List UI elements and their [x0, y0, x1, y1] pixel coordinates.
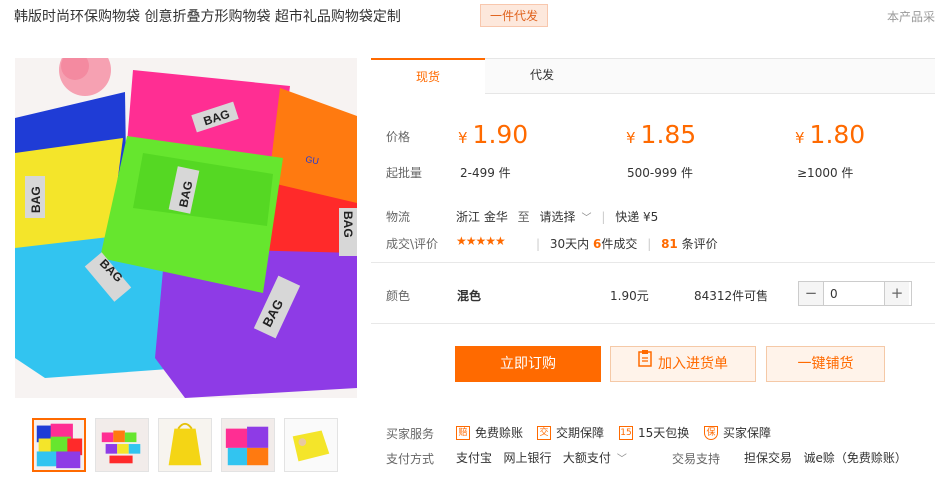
- credit-icon: 赔: [456, 425, 470, 440]
- qty-tier-3: ≥1000 件: [797, 166, 854, 180]
- logistics-to: 至: [517, 210, 530, 224]
- thumbnail-5[interactable]: [284, 418, 338, 472]
- chevron-down-icon: ﹀: [581, 213, 592, 224]
- price-tier-2: ¥1.85: [626, 120, 697, 149]
- purchase-mode-tabs: 现货 代发: [371, 58, 935, 95]
- logistics-label: 物流: [386, 210, 411, 224]
- buyer-services-label: 买家服务: [386, 427, 435, 441]
- qty-tier-2: 500-999 件: [627, 166, 693, 180]
- one-click-distribute-button[interactable]: 一键铺货: [766, 346, 885, 382]
- divider: [371, 262, 935, 263]
- dropship-badge: 一件代发: [480, 4, 549, 27]
- price-tier-3: ¥1.80: [795, 120, 866, 149]
- sku-stock: 84312件可售: [694, 289, 769, 303]
- bag-label-4: BAG: [339, 208, 357, 256]
- service-delivery-guarantee[interactable]: 交交期保障: [537, 424, 604, 441]
- service-free-credit[interactable]: 赔免费赊账: [456, 424, 523, 441]
- color-label: 颜色: [386, 289, 411, 303]
- calendar-icon: 15: [619, 425, 633, 440]
- reviews-label: 成交\评价: [386, 237, 439, 251]
- decrement-button[interactable]: −: [799, 282, 823, 305]
- thumbnail-4[interactable]: [221, 418, 275, 472]
- thumbnail-1[interactable]: [32, 418, 86, 472]
- quantity-stepper: − +: [798, 281, 912, 306]
- price-tier-1: ¥1.90: [458, 120, 529, 149]
- sales-summary: | 30天内 6件成交 | 81 条评价: [536, 237, 718, 251]
- rating-stars-icon: ★★★★★: [456, 234, 506, 248]
- service-15day-exchange[interactable]: 15 15天包换: [619, 424, 689, 441]
- service-buyer-protection[interactable]: 保买家保障: [704, 424, 771, 441]
- main-product-image: BAG BAG BAG BAG BAG BAG GU: [15, 58, 357, 398]
- price-label: 价格: [386, 130, 411, 144]
- thumbnail-strip: [32, 418, 338, 472]
- buy-now-button[interactable]: 立即订购: [455, 346, 601, 382]
- qty-tier-1: 2-499 件: [460, 166, 511, 180]
- trade-support-label: 交易支持: [672, 452, 721, 466]
- logistics-origin: 浙江 金华: [456, 210, 508, 224]
- product-title: 韩版时尚环保购物袋 创意折叠方形购物袋 超市礼品购物袋定制: [14, 9, 401, 25]
- svg-text:BAG: BAG: [29, 186, 43, 213]
- clipboard-icon: [638, 346, 652, 380]
- bag-label-2: BAG: [25, 176, 45, 218]
- svg-text:BAG: BAG: [341, 211, 355, 238]
- shield-icon: 保: [704, 425, 718, 440]
- tab-dropship[interactable]: 代发: [485, 58, 599, 94]
- logistics-row: 浙江 金华 至 请选择 ﹀ | 快递 ¥5: [456, 210, 659, 224]
- add-to-cart-button[interactable]: 加入进货单: [610, 346, 756, 382]
- thumbnail-3[interactable]: [158, 418, 212, 472]
- chevron-down-icon[interactable]: ﹀: [617, 450, 627, 465]
- thumbnail-2[interactable]: [95, 418, 149, 472]
- min-qty-label: 起批量: [386, 166, 423, 180]
- sku-price: 1.90元: [610, 289, 649, 303]
- payment-label: 支付方式: [386, 452, 435, 466]
- destination-select[interactable]: 请选择 ﹀: [540, 210, 592, 224]
- increment-button[interactable]: +: [885, 282, 909, 305]
- express-fee: 快递 ¥5: [615, 210, 659, 224]
- quantity-input[interactable]: [823, 282, 885, 305]
- payment-methods: 支付宝 网上银行 大额支付 ﹀: [456, 450, 627, 465]
- review-link[interactable]: 81 条评价: [661, 237, 718, 251]
- divider: [371, 323, 935, 324]
- tab-in-stock[interactable]: 现货: [371, 58, 485, 95]
- trade-support-items: 担保交易 诚e赊（免费赊账）: [744, 451, 907, 465]
- delivery-icon: 交: [537, 425, 551, 440]
- product-note: 本产品采: [886, 10, 935, 24]
- sku-name: 混色: [457, 289, 482, 303]
